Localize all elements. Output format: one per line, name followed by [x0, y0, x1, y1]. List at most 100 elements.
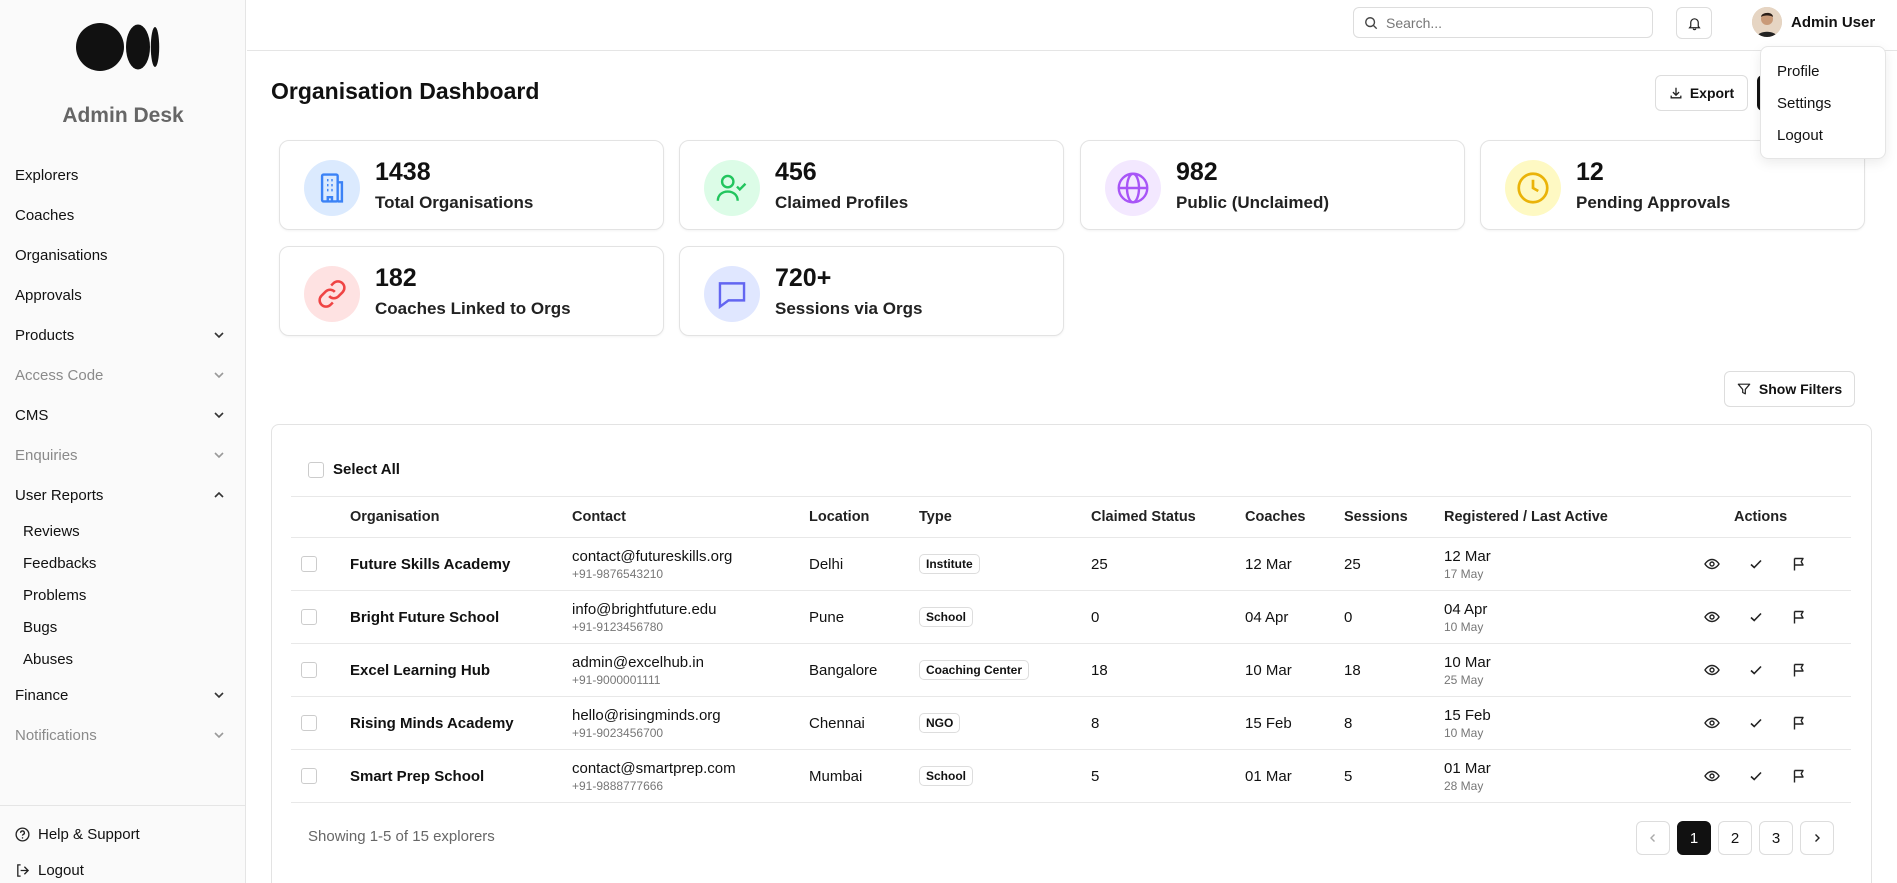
contact-phone: +91-9023456700	[572, 725, 664, 740]
table-header-row: Organisation Contact Location Type Claim…	[291, 496, 1851, 538]
flag-button[interactable]	[1791, 644, 1807, 696]
sidebar-item-finance[interactable]: Finance	[0, 675, 246, 715]
contact-cell: contact@futureskills.org +91-9876543210	[572, 538, 732, 590]
link-icon	[304, 266, 360, 322]
prev-page-button[interactable]	[1636, 821, 1670, 855]
approve-button[interactable]	[1748, 591, 1764, 643]
view-button[interactable]	[1704, 750, 1720, 802]
filter-icon	[1737, 383, 1751, 395]
next-page-button[interactable]	[1800, 821, 1834, 855]
sidebar-item-enquiries[interactable]: Enquiries	[0, 435, 246, 475]
sessions-cell: 25	[1344, 555, 1361, 573]
sidebar-item-approvals[interactable]: Approvals	[0, 275, 246, 315]
row-checkbox[interactable]	[301, 715, 317, 731]
col-header-organisation[interactable]: Organisation	[350, 497, 439, 537]
page-button-2[interactable]: 2	[1718, 821, 1752, 855]
coaches-cell: 01 Mar	[1245, 767, 1292, 785]
row-checkbox[interactable]	[301, 768, 317, 784]
show-filters-button[interactable]: Show Filters	[1724, 371, 1855, 407]
sidebar-item-explorers[interactable]: Explorers	[0, 155, 246, 195]
sidebar-subitem-abuses[interactable]: Abuses	[0, 643, 246, 675]
sidebar-subitem-feedbacks[interactable]: Feedbacks	[0, 547, 246, 579]
user-menu-trigger[interactable]: Admin User	[1752, 7, 1875, 37]
approve-button[interactable]	[1748, 697, 1764, 749]
page-button-3[interactable]: 3	[1759, 821, 1793, 855]
table-body: Future Skills Academy contact@futureskil…	[291, 538, 1851, 803]
col-header-type[interactable]: Type	[919, 497, 952, 537]
menu-item-profile[interactable]: Profile	[1761, 55, 1885, 87]
org-name[interactable]: Bright Future School	[350, 591, 499, 643]
sidebar-item-label: Products	[15, 326, 75, 344]
org-name[interactable]: Smart Prep School	[350, 750, 484, 802]
help-support-link[interactable]: Help & Support	[15, 826, 140, 843]
claimed-status-cell: 5	[1091, 767, 1100, 785]
row-checkbox[interactable]	[301, 662, 317, 678]
notifications-button[interactable]	[1676, 7, 1712, 39]
col-header-registered[interactable]: Registered / Last Active	[1444, 497, 1608, 537]
col-header-claimed-status[interactable]: Claimed Status	[1091, 497, 1196, 537]
stat-value: 456	[775, 158, 817, 186]
contact-cell: contact@smartprep.com +91-9888777666	[572, 750, 736, 802]
sidebar-item-organisations[interactable]: Organisations	[0, 235, 246, 275]
sidebar-item-label: Coaches	[15, 206, 75, 224]
contact-phone: +91-9123456780	[572, 619, 664, 634]
registered-date: 10 Mar	[1444, 653, 1491, 671]
flag-button[interactable]	[1791, 697, 1807, 749]
sidebar-subitem-problems[interactable]: Problems	[0, 579, 246, 611]
type-badge: Institute	[919, 554, 980, 574]
coaches-cell: 15 Feb	[1245, 714, 1292, 732]
view-button[interactable]	[1704, 644, 1720, 696]
org-name[interactable]: Future Skills Academy	[350, 538, 510, 590]
menu-item-settings[interactable]: Settings	[1761, 87, 1885, 119]
sessions-cell: 18	[1344, 661, 1361, 679]
sidebar-item-products[interactable]: Products	[0, 315, 246, 355]
clock-icon	[1505, 160, 1561, 216]
page-button-1[interactable]: 1	[1677, 821, 1711, 855]
flag-button[interactable]	[1791, 538, 1807, 590]
col-header-contact[interactable]: Contact	[572, 497, 626, 537]
menu-item-logout[interactable]: Logout	[1761, 119, 1885, 151]
view-button[interactable]	[1704, 591, 1720, 643]
stat-card-sessions-via-orgs: 720+ Sessions via Orgs	[679, 246, 1064, 336]
approve-button[interactable]	[1748, 538, 1764, 590]
chevron-right-icon	[1815, 834, 1820, 842]
search-input[interactable]	[1386, 14, 1626, 31]
user-name: Admin User	[1791, 13, 1876, 31]
chevron-left-icon	[1650, 834, 1655, 842]
flag-button[interactable]	[1791, 750, 1807, 802]
org-name[interactable]: Excel Learning Hub	[350, 644, 490, 696]
logout-link[interactable]: Logout	[15, 862, 84, 879]
view-button[interactable]	[1704, 697, 1720, 749]
flag-button[interactable]	[1791, 591, 1807, 643]
col-header-sessions[interactable]: Sessions	[1344, 497, 1408, 537]
eye-icon	[1704, 611, 1720, 623]
approve-button[interactable]	[1748, 750, 1764, 802]
bell-icon	[1687, 17, 1701, 30]
select-all-checkbox[interactable]	[308, 461, 324, 478]
coaches-cell: 12 Mar	[1245, 555, 1292, 573]
sidebar-item-notifications[interactable]: Notifications	[0, 715, 246, 755]
stat-label: Pending Approvals	[1576, 193, 1731, 212]
select-all[interactable]: Select All	[308, 461, 400, 478]
view-button[interactable]	[1704, 538, 1720, 590]
sidebar-subitem-reviews[interactable]: Reviews	[0, 515, 246, 547]
registered-date: 15 Feb	[1444, 706, 1491, 724]
col-header-location[interactable]: Location	[809, 497, 869, 537]
sidebar-subitem-bugs[interactable]: Bugs	[0, 611, 246, 643]
search-box[interactable]	[1353, 7, 1653, 38]
col-header-coaches[interactable]: Coaches	[1245, 497, 1305, 537]
org-name[interactable]: Rising Minds Academy	[350, 697, 514, 749]
brand-logo	[76, 23, 160, 71]
approve-button[interactable]	[1748, 644, 1764, 696]
chevron-down-icon	[214, 692, 224, 699]
sidebar-item-user-reports[interactable]: User Reports	[0, 475, 246, 515]
sidebar-item-access-code[interactable]: Access Code	[0, 355, 246, 395]
row-checkbox[interactable]	[301, 609, 317, 625]
sidebar-item-coaches[interactable]: Coaches	[0, 195, 246, 235]
export-button[interactable]: Export	[1655, 75, 1748, 111]
sidebar-item-cms[interactable]: CMS	[0, 395, 246, 435]
claimed-status-cell: 18	[1091, 661, 1108, 679]
row-checkbox[interactable]	[301, 556, 317, 572]
stat-card-public-unclaimed: 982 Public (Unclaimed)	[1080, 140, 1465, 230]
pagination-summary: Showing 1-5 of 15 explorers	[308, 828, 495, 845]
